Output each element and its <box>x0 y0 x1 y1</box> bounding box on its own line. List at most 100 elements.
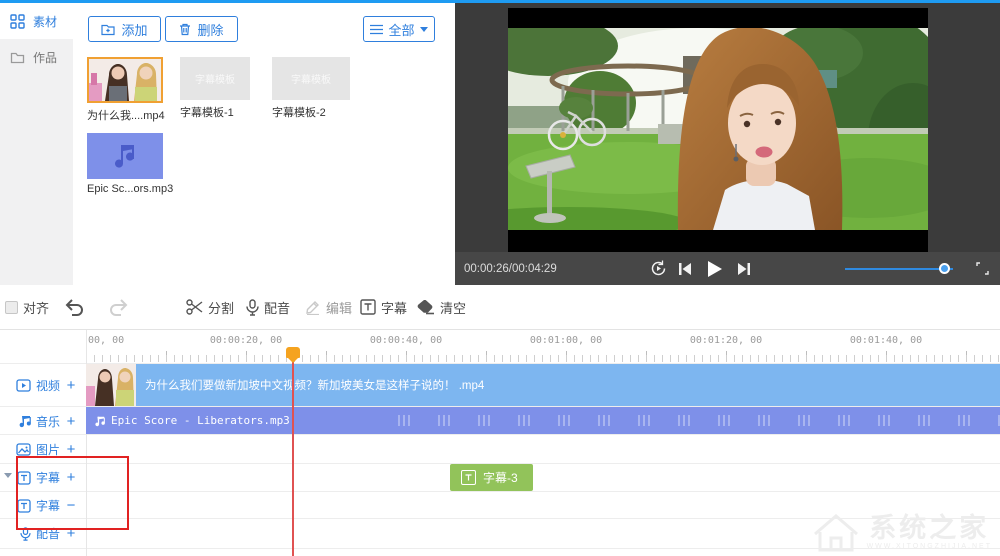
library-item-audio-thumbnail[interactable] <box>87 133 163 179</box>
list-icon <box>370 24 383 35</box>
volume-slider[interactable] <box>845 268 953 270</box>
music-clip-title: Epic Score - Liberators.mp3 <box>111 414 290 427</box>
track-label: 图片 <box>36 441 60 458</box>
subtitle-t-icon <box>360 299 376 315</box>
media-library-panel: 添加 删除 全部 <box>73 3 455 285</box>
ruler-label: 00:01:00, 00 <box>530 335 602 346</box>
track-header-music[interactable]: 音乐 + <box>0 407 86 435</box>
timeline-area: 00, 00 00:00:20, 00 00:00:40, 00 00:01:0… <box>0 330 1000 556</box>
music-note-icon <box>112 142 138 170</box>
sidebar-item-material[interactable]: 素材 <box>0 3 73 39</box>
trash-icon <box>179 23 191 36</box>
align-checkbox[interactable] <box>5 301 18 314</box>
sidebar-item-label: 素材 <box>33 13 57 30</box>
sidebar: 素材 作品 <box>0 3 73 285</box>
scissors-icon <box>186 299 203 315</box>
library-item-label: 字幕模板-2 <box>272 104 326 120</box>
track-header-video[interactable]: 视频 + <box>0 363 86 407</box>
subtitle-clip-label: 字幕-3 <box>483 469 518 486</box>
split-button[interactable]: 分割 <box>186 285 234 329</box>
undo-button[interactable] <box>64 285 84 329</box>
music-note-icon <box>94 415 105 427</box>
preview-controls-bar: 00:00:26/00:04:29 <box>455 252 1000 285</box>
timeline-toolbar: 对齐 分割 <box>0 285 1000 330</box>
dub-button[interactable]: 配音 <box>246 285 290 329</box>
ruler-label: 00, 00 <box>88 335 124 346</box>
add-track-button[interactable]: + <box>65 441 77 458</box>
add-track-button[interactable]: + <box>65 377 77 394</box>
ruler-label: 00:01:20, 00 <box>690 335 762 346</box>
library-item-template1-thumbnail[interactable]: 字幕模板 <box>180 57 250 100</box>
template-watermark-text: 字幕模板 <box>272 57 350 100</box>
skip-back-icon[interactable] <box>675 252 695 285</box>
align-toggle[interactable]: 对齐 <box>5 285 49 329</box>
pencil-icon <box>305 299 321 315</box>
loop-icon[interactable] <box>647 252 669 285</box>
waveform <box>376 415 1000 426</box>
video-clip[interactable]: 为什么我们要做新加坡中文视频？新加坡美女是这样子说的！ .mp4 <box>86 364 1000 406</box>
filter-selected-value: 全部 <box>388 20 414 39</box>
clear-label: 清空 <box>440 298 466 317</box>
video-frame <box>508 28 928 230</box>
subtitle-t-icon <box>461 470 476 485</box>
track-label: 音乐 <box>36 413 60 430</box>
subtitle-label: 字幕 <box>381 298 407 317</box>
subtitle-clip[interactable]: 字幕-3 <box>450 464 533 491</box>
music-clip[interactable]: Epic Score - Liberators.mp3 <box>86 407 1000 434</box>
music-track-icon <box>18 414 31 428</box>
ruler-label: 00:01:40, 00 <box>850 335 922 346</box>
annotation-rectangle <box>16 456 129 530</box>
edit-label: 编辑 <box>326 298 352 317</box>
sidebar-item-label: 作品 <box>33 49 57 66</box>
sidebar-item-works[interactable]: 作品 <box>0 39 73 75</box>
image-track-icon <box>16 443 31 456</box>
media-filter-dropdown[interactable]: 全部 <box>363 16 435 42</box>
play-icon[interactable] <box>702 252 726 285</box>
add-track-button[interactable]: + <box>65 413 77 430</box>
fullscreen-icon[interactable] <box>973 252 991 285</box>
caret-down-icon <box>420 27 428 32</box>
folder-add-icon <box>101 23 115 36</box>
ruler-label: 00:00:20, 00 <box>210 335 282 346</box>
preview-timecode: 00:00:26/00:04:29 <box>464 252 557 285</box>
track-label: 视频 <box>36 377 60 394</box>
preview-canvas <box>508 8 928 252</box>
subtitle-track-expand-caret[interactable] <box>4 473 12 478</box>
subtitle-button[interactable]: 字幕 <box>360 285 407 329</box>
align-label: 对齐 <box>23 298 49 317</box>
library-item-label: 为什么我....mp4 <box>87 107 165 123</box>
undo-icon <box>64 299 84 316</box>
delete-button-label: 删除 <box>197 20 223 39</box>
video-track-icon <box>16 379 31 392</box>
add-button-label: 添加 <box>121 20 147 39</box>
add-media-button[interactable]: 添加 <box>88 16 161 42</box>
library-item-template2-thumbnail[interactable]: 字幕模板 <box>272 57 350 100</box>
library-item-video-thumbnail[interactable] <box>87 57 163 103</box>
ruler-minor-ticks <box>86 355 1000 362</box>
playhead-line <box>292 360 294 556</box>
ruler-label: 00:00:40, 00 <box>370 335 442 346</box>
skip-forward-icon[interactable] <box>734 252 754 285</box>
watermark-subtitle: WWW.XITONGZHIJIA.NET <box>867 543 992 550</box>
delete-media-button[interactable]: 删除 <box>165 16 238 42</box>
video-editor-window: 素材 作品 添加 删除 <box>0 0 1000 556</box>
preview-panel: 00:00:26/00:04:29 <box>455 3 1000 285</box>
volume-thumb[interactable] <box>939 263 950 274</box>
folder-icon <box>10 50 25 65</box>
playhead-marker[interactable] <box>286 347 300 358</box>
grid-icon <box>10 14 25 29</box>
microphone-icon <box>246 299 259 316</box>
video-clip-title: 为什么我们要做新加坡中文视频？新加坡美女是这样子说的！ .mp4 <box>145 377 484 393</box>
clear-button[interactable]: 清空 <box>417 285 466 329</box>
redo-button[interactable] <box>109 285 129 329</box>
template-watermark-text: 字幕模板 <box>180 57 250 100</box>
video-thumbnail-art <box>89 59 161 101</box>
eraser-icon <box>417 300 435 315</box>
library-item-label: Epic Sc...ors.mp3 <box>87 183 173 195</box>
library-item-label: 字幕模板-1 <box>180 104 234 120</box>
redo-icon <box>109 299 129 316</box>
split-label: 分割 <box>208 298 234 317</box>
dub-label: 配音 <box>264 298 290 317</box>
edit-button[interactable]: 编辑 <box>305 285 352 329</box>
video-clip-thumbnail <box>86 364 136 406</box>
